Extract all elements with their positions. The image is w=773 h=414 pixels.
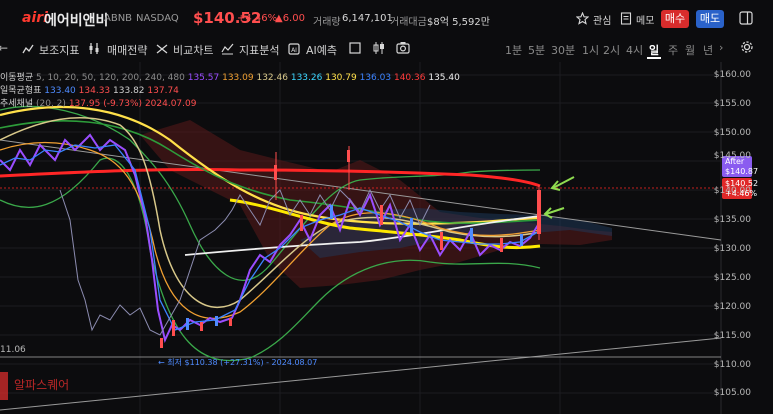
ma-legend-periods: 5, 10, 20, 50, 120, 200, 240, 480 xyxy=(36,73,185,83)
camera-icon[interactable] xyxy=(396,41,410,54)
watchlist-button[interactable]: 관심 xyxy=(576,10,616,28)
watermark-text: 알파스퀘어 xyxy=(14,378,70,392)
left-level-label: 11.06 xyxy=(0,345,26,355)
settings-gear-icon[interactable] xyxy=(740,40,754,54)
y-tick-label: $150.00 xyxy=(713,128,751,138)
timeframe-week[interactable]: 주 xyxy=(668,42,678,58)
y-tick-label: $155.00 xyxy=(713,99,751,109)
strategy-button[interactable]: 매매전략 xyxy=(88,40,148,58)
memo-icon xyxy=(620,12,632,25)
price-tag-percent: +4.46% xyxy=(725,189,758,198)
ai-chip-icon: AI xyxy=(288,43,300,55)
trend-channel-legend[interactable]: 추세채널 (20, 2) 137.95 (-9.73%) 2024.07.09 xyxy=(0,96,196,109)
sell-button[interactable]: 매도 xyxy=(696,10,724,28)
ma-legend[interactable]: 이동평균 5, 10, 20, 50, 120, 200, 240, 480 1… xyxy=(0,70,460,83)
trend-value: 137.95 xyxy=(68,99,101,109)
ichimoku-label: 일목균형표 xyxy=(0,86,42,96)
compare-icon xyxy=(156,44,168,54)
indicator-icon xyxy=(22,44,34,54)
trend-date: 2024.07.09 xyxy=(144,99,197,109)
price-chart[interactable]: $160.00 $155.00 $150.00 $140.00 $135.00 … xyxy=(0,62,773,414)
timeframe-day[interactable]: 일 xyxy=(649,42,659,58)
ichimoku-value-1: 133.40 xyxy=(44,86,76,96)
candlestick-icon[interactable] xyxy=(373,41,385,55)
ma-value-5: 135.57 xyxy=(187,73,220,83)
ai-predict-label: AI예측 xyxy=(306,44,338,57)
strategy-icon xyxy=(89,43,99,54)
ai-predict-button[interactable]: AI AI예측 xyxy=(287,40,343,58)
ma-value-10: 133.09 xyxy=(222,73,254,83)
back-chevron-icon[interactable]: ← xyxy=(0,41,8,55)
compare-label: 비교차트 xyxy=(173,44,214,57)
indicators-button[interactable]: 보조지표 xyxy=(22,40,80,58)
indicators-label: 보조지표 xyxy=(39,44,80,57)
memo-label: 메모 xyxy=(636,16,655,27)
y-tick-label: $110.00 xyxy=(713,360,751,370)
y-tick-label: $135.00 xyxy=(713,215,751,225)
y-tick-label: $115.00 xyxy=(713,331,751,341)
svg-text:AI: AI xyxy=(291,47,297,54)
trend-period: (20, 2) xyxy=(36,99,66,109)
buy-button[interactable]: 매수 xyxy=(661,10,689,28)
ma-legend-label: 이동평균 xyxy=(0,73,34,83)
y-tick-label: $105.00 xyxy=(713,388,751,398)
price-tag: $140.52 xyxy=(725,179,759,188)
ma-value-50: 133.26 xyxy=(290,73,323,83)
ma-value-480: 135.40 xyxy=(428,73,460,83)
after-label: After xyxy=(725,157,745,166)
volume-label: 거래량 xyxy=(313,17,341,28)
change-percent: +4.46% xyxy=(237,13,278,24)
timeframe-year[interactable]: 년 xyxy=(703,42,713,58)
ma-value-20: 132.46 xyxy=(256,73,288,83)
strategy-label: 매매전략 xyxy=(107,44,148,57)
timeframe-30min[interactable]: 30분 xyxy=(551,42,575,58)
after-price: $140.87 xyxy=(725,167,759,176)
analysis-icon xyxy=(221,43,234,55)
y-tick-label: $125.00 xyxy=(713,273,751,283)
compare-button[interactable]: 비교차트 xyxy=(156,40,214,58)
ma-value-120: 130.79 xyxy=(325,73,357,83)
memo-button[interactable]: 메모 xyxy=(620,10,660,28)
ichimoku-value-3: 133.82 xyxy=(113,86,145,96)
square-icon[interactable] xyxy=(349,42,361,54)
watchlist-label: 관심 xyxy=(593,16,612,27)
timeframe-2hour[interactable]: 2시 xyxy=(603,42,620,58)
timeframe-5min[interactable]: 5분 xyxy=(528,42,545,58)
trend-change: (-9.73%) xyxy=(103,99,143,109)
y-tick-label: $160.00 xyxy=(713,70,751,80)
ma-value-200: 136.03 xyxy=(359,73,392,83)
amount-label: 거래대금 xyxy=(390,17,427,28)
expand-chevron-icon[interactable]: › xyxy=(719,41,723,54)
stock-ticker: ABNB xyxy=(104,13,133,24)
stock-exchange: NASDAQ xyxy=(136,13,179,24)
low-annotation: ← 최저 $110.38 (+27.31%) - 2024.08.07 xyxy=(158,358,318,367)
analysis-button[interactable]: 지표분석 xyxy=(221,40,283,58)
ichimoku-legend[interactable]: 일목균형표 133.40 134.33 133.82 137.74 xyxy=(0,83,179,96)
star-icon xyxy=(576,12,589,25)
timeframe-1hour[interactable]: 1시 xyxy=(582,42,599,58)
timeframe-4hour[interactable]: 4시 xyxy=(626,42,643,58)
ma-value-240: 140.36 xyxy=(393,73,426,83)
watermark-block xyxy=(0,372,8,400)
timeframe-1min[interactable]: 1분 xyxy=(505,42,522,58)
analysis-label: 지표분석 xyxy=(239,44,280,57)
volume-value: 6,147,101 xyxy=(342,13,393,24)
timeframe-month[interactable]: 월 xyxy=(685,42,695,58)
ichimoku-value-4: 137.74 xyxy=(147,86,179,96)
trend-label: 추세채널 xyxy=(0,99,34,109)
amount-value: $8억 5,592만 xyxy=(427,17,490,28)
stock-name: 에어비앤비 xyxy=(44,13,109,29)
panel-toggle-icon[interactable] xyxy=(739,11,753,25)
change-amount: ▲6.00 xyxy=(275,13,305,24)
y-tick-label: $130.00 xyxy=(713,244,751,254)
ichimoku-value-2: 134.33 xyxy=(78,86,111,96)
y-tick-label: $120.00 xyxy=(713,302,751,312)
timeframe-selected-indicator xyxy=(647,57,661,59)
